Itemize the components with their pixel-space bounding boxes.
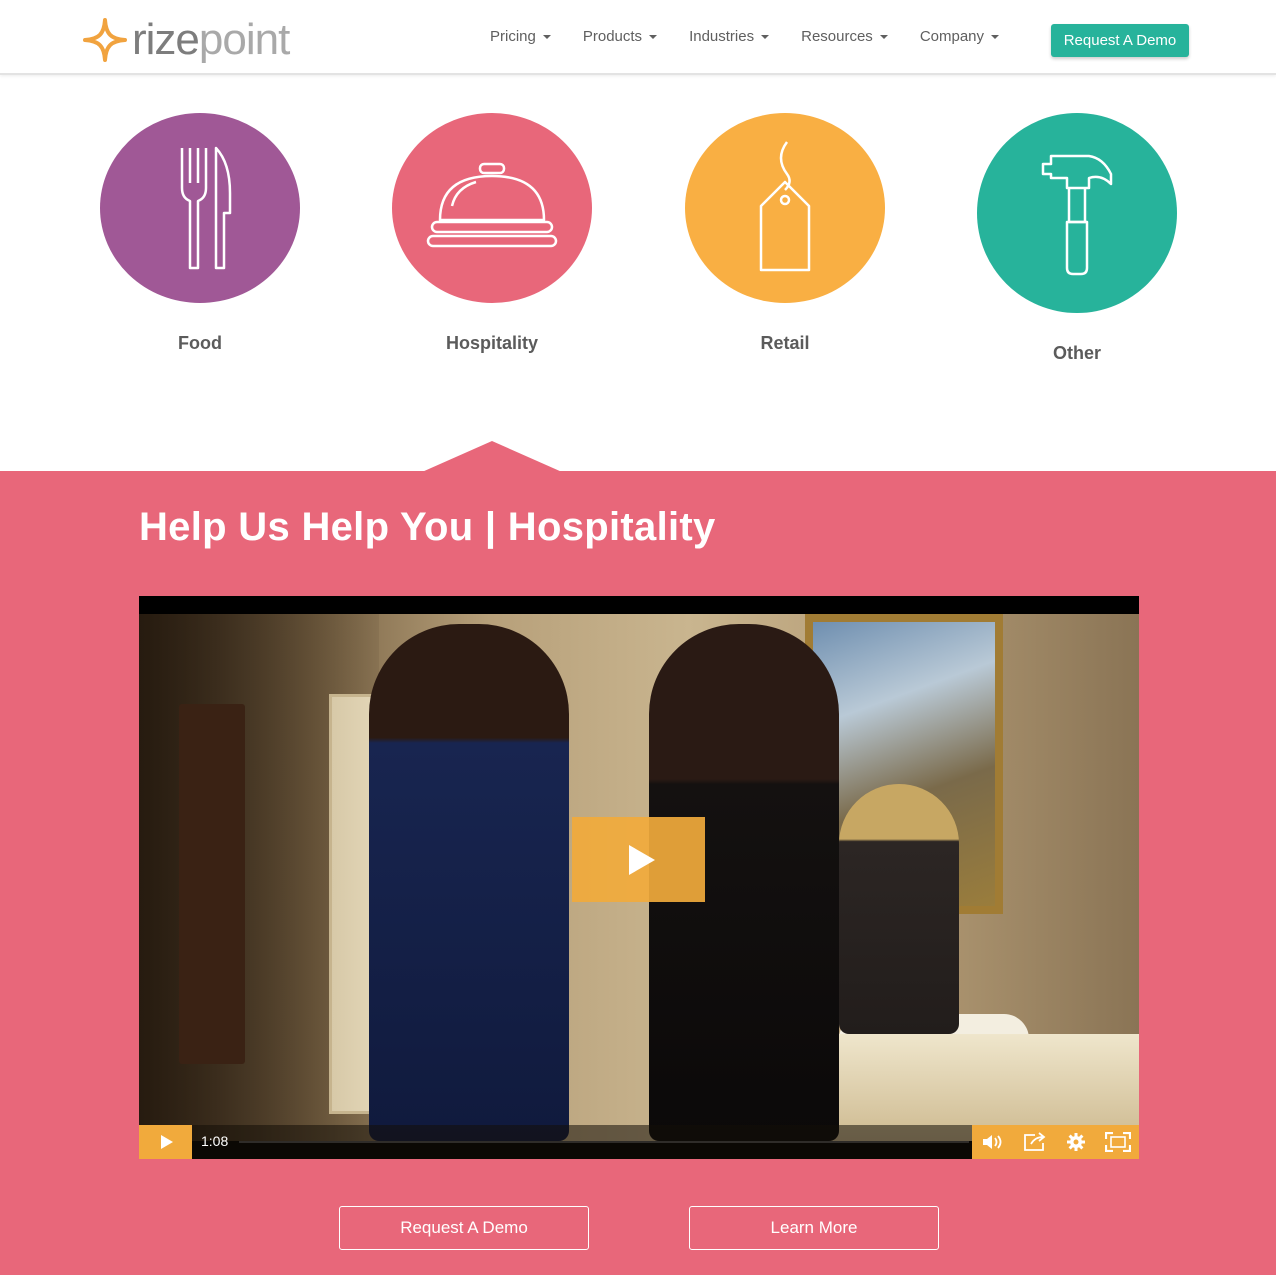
caret-down-icon (649, 34, 658, 39)
industry-circle (100, 113, 300, 303)
industry-label: Hospitality (445, 333, 538, 353)
logo-text-point: point (198, 15, 290, 64)
nav-item-company[interactable]: Company (919, 28, 1000, 45)
industry-label: Food (178, 333, 222, 353)
settings-icon (1067, 1133, 1086, 1151)
learn-more-button[interactable]: Learn More (689, 1206, 939, 1250)
caret-down-icon (542, 34, 551, 39)
caret-down-icon (991, 34, 1000, 39)
request-demo-header-button[interactable]: Request A Demo (1051, 24, 1189, 57)
share-icon (1023, 1132, 1046, 1151)
logo-text-rize: rize (132, 15, 200, 64)
fork-knife-icon (180, 146, 232, 270)
settings-button[interactable] (1063, 1130, 1089, 1154)
video-player[interactable]: 1:08 (139, 596, 1139, 1159)
industry-food[interactable]: Food (100, 113, 300, 354)
nav-label: Pricing (490, 28, 536, 45)
play-button[interactable] (139, 1125, 192, 1159)
service-bell-icon (426, 162, 558, 248)
nav-label: Products (582, 28, 643, 45)
nav-item-resources[interactable]: Resources (801, 28, 888, 45)
volume-icon (982, 1135, 1002, 1149)
industry-circle (392, 113, 592, 303)
fullscreen-icon (1105, 1132, 1132, 1152)
hammer-icon (1041, 154, 1113, 276)
video-control-group (972, 1125, 1139, 1159)
industry-circle (685, 113, 885, 303)
industry-other[interactable]: Other (977, 113, 1177, 364)
video-scrubber[interactable] (239, 1141, 969, 1143)
nav-label: Industries (689, 28, 755, 45)
price-tag-icon (759, 141, 811, 272)
volume-button[interactable] (980, 1130, 1006, 1154)
video-controls: 1:08 (139, 1125, 1139, 1159)
fullscreen-button[interactable] (1105, 1130, 1132, 1154)
industry-label: Retail (760, 333, 810, 353)
play-icon (161, 1135, 173, 1149)
nav-label: Company (919, 28, 985, 45)
nav-item-products[interactable]: Products (582, 28, 658, 45)
video-time: 1:08 (201, 1133, 229, 1149)
nav-label: Resources (801, 28, 873, 45)
section-pointer (422, 441, 562, 472)
main-nav: Pricing Products Industries Resources Co… (490, 28, 1031, 45)
nav-item-industries[interactable]: Industries (689, 28, 770, 45)
industry-hospitality[interactable]: Hospitality (392, 113, 592, 354)
section-title: Help Us Help You | Hospitality (139, 505, 716, 549)
site-header: rizepoint Pricing Products Industries Re… (0, 0, 1276, 75)
industry-label: Other (1052, 343, 1101, 363)
share-button[interactable] (1022, 1130, 1048, 1154)
industry-circle (977, 113, 1177, 313)
nav-item-pricing[interactable]: Pricing (490, 28, 551, 45)
request-demo-button[interactable]: Request A Demo (339, 1206, 589, 1250)
sparkle-logo-icon (83, 18, 127, 62)
caret-down-icon (879, 34, 888, 39)
caret-down-icon (761, 34, 770, 39)
big-play-button[interactable] (572, 817, 705, 902)
play-icon (628, 844, 655, 875)
rizepoint-logo[interactable]: rizepoint (82, 14, 290, 66)
industry-retail[interactable]: Retail (685, 113, 885, 354)
